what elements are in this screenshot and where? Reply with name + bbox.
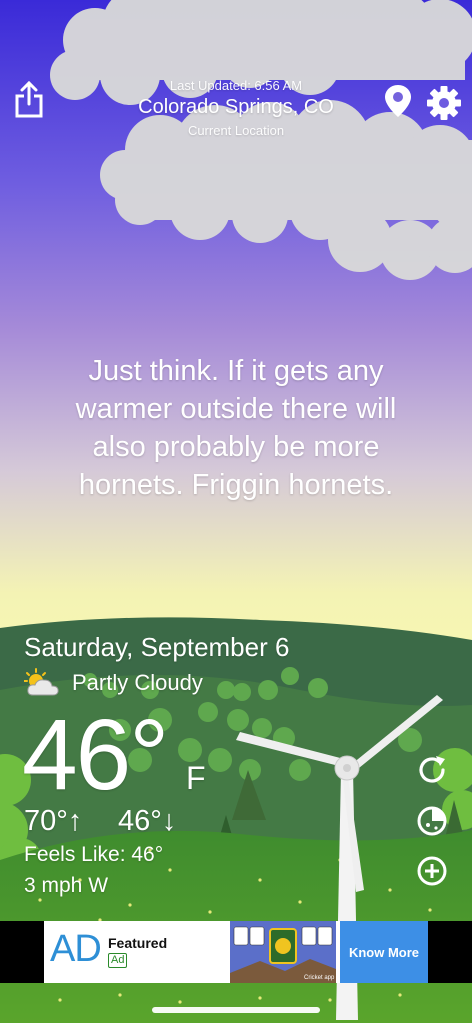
ad-featured-label: Featured	[108, 935, 168, 951]
weather-scene-background	[0, 0, 472, 1023]
add-location-button[interactable]	[414, 853, 450, 889]
radar-button[interactable]	[414, 803, 450, 839]
partly-cloudy-icon	[23, 668, 62, 698]
weather-quote: Just think. If it gets any warmer outsid…	[75, 355, 397, 501]
refresh-button[interactable]	[414, 752, 450, 788]
temperature-unit[interactable]: F	[186, 760, 206, 797]
refresh-icon	[419, 756, 445, 783]
radar-icon	[417, 806, 447, 836]
settings-button[interactable]	[425, 84, 463, 122]
location-subtitle: Current Location	[187, 123, 285, 138]
wind-label: 3 mph W	[24, 874, 109, 897]
ad-logo: AD	[50, 928, 102, 970]
location-button[interactable]	[384, 84, 412, 118]
condition-label: Partly Cloudy	[72, 670, 203, 695]
low-temperature: 46°↓	[118, 805, 177, 837]
ad-image[interactable]: Cricket app	[230, 921, 336, 983]
gear-icon	[427, 86, 461, 120]
feels-like-label: Feels Like: 46°	[24, 843, 164, 866]
location-pin-icon	[385, 85, 411, 117]
home-indicator	[152, 1007, 320, 1013]
current-temperature: 46°	[22, 699, 169, 811]
ad-know-more-button[interactable]: Know More	[340, 921, 428, 983]
date-label: Saturday, September 6	[24, 632, 290, 662]
high-temperature: 70°↑	[24, 805, 83, 837]
ad-tag: Ad	[108, 953, 128, 968]
ad-image-caption: Cricket app	[304, 975, 335, 981]
add-location-icon	[417, 856, 447, 886]
